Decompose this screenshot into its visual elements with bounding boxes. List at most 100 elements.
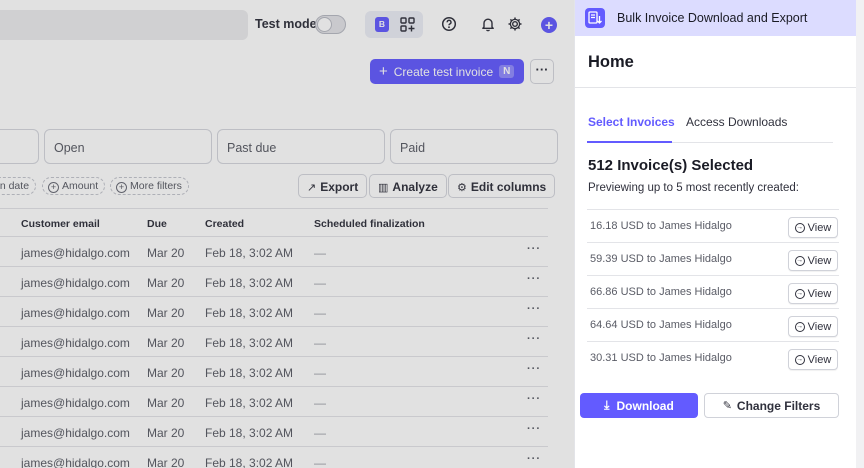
row-menu-button[interactable]: ···: [527, 393, 541, 405]
cell-email: james@hidalgo.com: [21, 396, 130, 410]
column-header-created[interactable]: Created: [205, 218, 244, 230]
change-filters-label: Change Filters: [736, 398, 821, 413]
view-label: View: [807, 320, 832, 333]
app-title: Bulk Invoice Download and Export: [617, 11, 808, 25]
row-menu-button[interactable]: ···: [527, 423, 541, 435]
table-row[interactable]: james@hidalgo.com Mar 20 Feb 18, 3:02 AM…: [0, 267, 548, 297]
selected-count-heading: 512 Invoice(s) Selected: [588, 157, 754, 174]
apps-grid-icon[interactable]: [400, 17, 415, 32]
view-invoice-button[interactable]: → View: [788, 316, 838, 337]
table-header: Customer email Due Created Scheduled fin…: [0, 208, 548, 237]
table-row[interactable]: james@hidalgo.com Mar 20 Feb 18, 3:02 AM…: [0, 357, 548, 387]
invoice-summary: 64.64 USD to James Hidalgo: [590, 319, 732, 331]
column-header-customer-email[interactable]: Customer email: [21, 218, 100, 230]
download-label: Download: [616, 398, 674, 413]
cell-scheduled: —: [314, 426, 326, 440]
filter-chip-label: More filters: [130, 180, 182, 192]
cell-scheduled: —: [314, 456, 326, 468]
invoice-summary: 66.86 USD to James Hidalgo: [590, 286, 732, 298]
view-invoice-button[interactable]: → View: [788, 250, 838, 271]
arrow-circle-icon: →: [794, 354, 805, 365]
invoice-summary: 59.39 USD to James Hidalgo: [590, 253, 732, 265]
table-row[interactable]: james@hidalgo.com Mar 20 Feb 18, 3:02 AM…: [0, 327, 548, 357]
analyze-button[interactable]: ▥ Analyze: [369, 174, 447, 198]
cell-created: Feb 18, 3:02 AM: [205, 306, 294, 320]
row-menu-button[interactable]: ···: [527, 273, 541, 285]
export-button[interactable]: ↗ Export: [298, 174, 368, 198]
column-header-scheduled-finalization[interactable]: Scheduled finalization: [314, 218, 425, 230]
help-icon[interactable]: [441, 16, 457, 32]
invoices-dashboard: Test mode B + + Create test invoice N ··…: [0, 0, 574, 468]
invoice-preview-row: 64.64 USD to James Hidalgo → View: [587, 308, 839, 341]
table-row[interactable]: james@hidalgo.com Mar 20 Feb 18, 3:02 AM…: [0, 447, 548, 468]
plus-circle-icon: +: [48, 182, 59, 193]
filter-chip-amount[interactable]: + Amount: [42, 177, 106, 195]
cell-scheduled: —: [314, 276, 326, 290]
cell-email: james@hidalgo.com: [21, 336, 130, 350]
create-test-invoice-label: Create test invoice: [393, 64, 494, 79]
edit-icon: ✎: [722, 400, 732, 412]
test-mode-toggle[interactable]: [315, 15, 346, 34]
change-filters-button[interactable]: ✎ Change Filters: [704, 393, 839, 418]
download-icon: ⤓: [604, 398, 610, 412]
invoice-preview-row: 66.86 USD to James Hidalgo → View: [587, 275, 839, 308]
arrow-circle-icon: →: [794, 255, 805, 266]
view-invoice-button[interactable]: → View: [788, 217, 838, 238]
view-label: View: [807, 221, 832, 234]
cell-due: Mar 20: [147, 396, 185, 410]
bar-chart-icon: ▥: [378, 182, 389, 194]
filter-chip-label: on date: [0, 180, 30, 192]
cell-scheduled: —: [314, 306, 326, 320]
invoice-summary: 16.18 USD to James Hidalgo: [590, 220, 732, 232]
cell-email: james@hidalgo.com: [21, 426, 130, 440]
status-card-all[interactable]: [0, 129, 39, 164]
cell-due: Mar 20: [147, 426, 185, 440]
status-card-open[interactable]: Open: [44, 129, 212, 164]
plus-icon: +: [379, 63, 388, 80]
row-menu-button[interactable]: ···: [527, 303, 541, 315]
download-button[interactable]: ⤓ Download: [580, 393, 698, 418]
edit-columns-label: Edit columns: [470, 180, 547, 194]
cell-due: Mar 20: [147, 336, 185, 350]
view-label: View: [807, 353, 832, 366]
arrow-circle-icon: →: [794, 222, 805, 233]
divider: [575, 87, 857, 88]
cell-email: james@hidalgo.com: [21, 456, 130, 468]
view-label: View: [807, 287, 832, 300]
filter-chip-date[interactable]: on date: [0, 177, 37, 195]
bell-icon[interactable]: [480, 16, 496, 32]
cell-created: Feb 18, 3:02 AM: [205, 276, 294, 290]
cell-created: Feb 18, 3:02 AM: [205, 336, 294, 350]
status-card-paid[interactable]: Paid: [390, 129, 558, 164]
tab-select-invoices[interactable]: Select Invoices: [588, 115, 675, 129]
view-invoice-button[interactable]: → View: [788, 283, 838, 304]
table-row[interactable]: james@hidalgo.com Mar 20 Feb 18, 3:02 AM…: [0, 417, 548, 447]
table-row[interactable]: james@hidalgo.com Mar 20 Feb 18, 3:02 AM…: [0, 297, 548, 327]
cell-due: Mar 20: [147, 456, 185, 468]
invoice-summary: 30.31 USD to James Hidalgo: [590, 352, 732, 364]
arrow-circle-icon: →: [794, 321, 805, 332]
more-actions-button[interactable]: ···: [530, 59, 554, 84]
search-input[interactable]: [0, 10, 248, 40]
filter-chip-more[interactable]: + More filters: [110, 177, 189, 195]
panel-header: Bulk Invoice Download and Export: [575, 0, 856, 36]
row-menu-button[interactable]: ···: [527, 363, 541, 375]
gear-icon[interactable]: [507, 16, 523, 32]
app-logo-icon: [585, 8, 605, 28]
row-menu-button[interactable]: ···: [527, 453, 541, 465]
edit-columns-button[interactable]: ⚙ Edit columns: [448, 174, 556, 198]
cell-due: Mar 20: [147, 276, 185, 290]
column-header-due[interactable]: Due: [147, 218, 167, 230]
table-row[interactable]: james@hidalgo.com Mar 20 Feb 18, 3:02 AM…: [0, 237, 548, 267]
row-menu-button[interactable]: ···: [527, 243, 541, 255]
create-test-invoice-button[interactable]: + Create test invoice N: [370, 59, 524, 84]
view-invoice-button[interactable]: → View: [788, 349, 838, 370]
cell-created: Feb 18, 3:02 AM: [205, 396, 294, 410]
table-row[interactable]: james@hidalgo.com Mar 20 Feb 18, 3:02 AM…: [0, 387, 548, 417]
create-plus-icon[interactable]: +: [541, 17, 557, 33]
export-icon: ↗: [307, 182, 317, 194]
row-menu-button[interactable]: ···: [527, 333, 541, 345]
status-card-past-due[interactable]: Past due: [217, 129, 385, 164]
account-badge[interactable]: B: [375, 17, 389, 32]
tab-access-downloads[interactable]: Access Downloads: [686, 115, 787, 129]
